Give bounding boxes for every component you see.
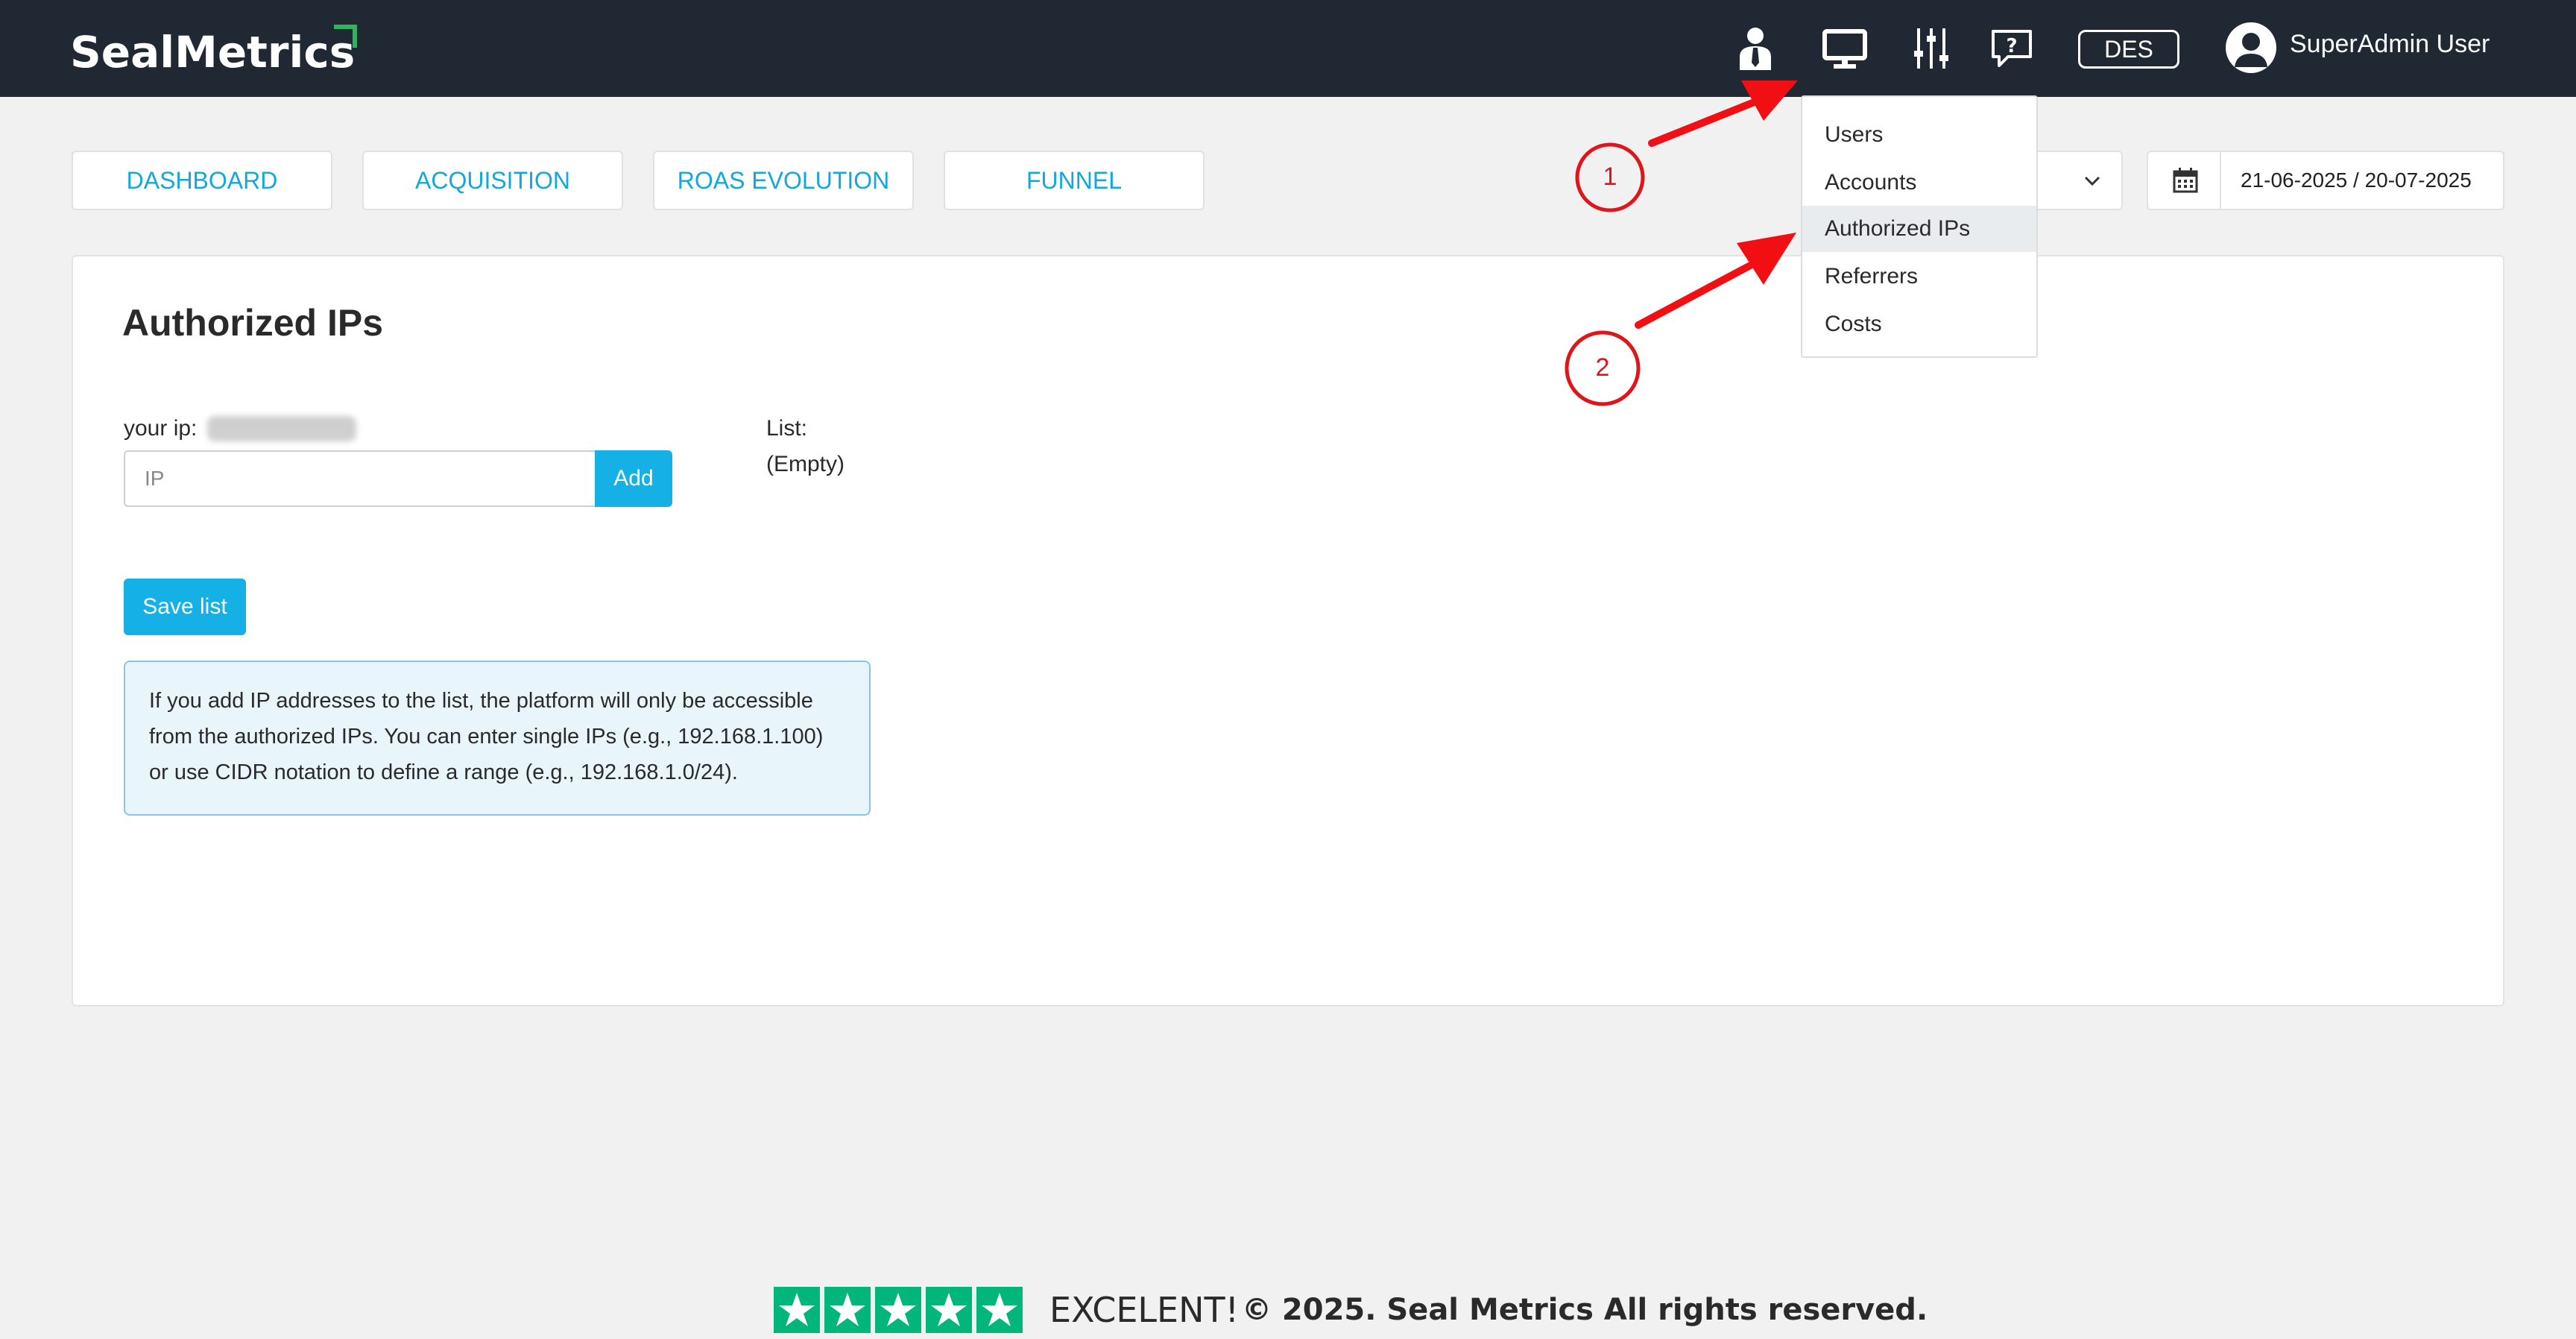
user-tie-icon[interactable] <box>1732 25 1778 72</box>
user-avatar-icon[interactable] <box>2226 22 2276 73</box>
authorized-ips-card <box>72 255 2504 1006</box>
info-line: or use CIDR notation to define a range (… <box>149 760 738 784</box>
logo-arrow-icon <box>334 25 357 48</box>
your-ip-value-redacted <box>207 416 356 441</box>
menu-item-accounts[interactable]: Accounts <box>1802 160 2036 206</box>
ip-input[interactable] <box>124 450 596 507</box>
save-list-button[interactable]: Save list <box>124 579 246 635</box>
info-line: If you add IP addresses to the list, the… <box>149 689 813 713</box>
menu-item-referrers[interactable]: Referrers <box>1802 253 2036 300</box>
tab-roas-evolution[interactable]: ROAS EVOLUTION <box>653 151 914 210</box>
help-chat-icon[interactable]: ? <box>1989 25 2035 72</box>
menu-item-costs[interactable]: Costs <box>1802 301 2036 347</box>
list-label: List: <box>766 416 808 441</box>
top-navbar: SealMetrics ? DES SuperAdmin User <box>0 0 2576 97</box>
rating-text: EXCELENT! <box>1049 1290 1240 1330</box>
trustpilot-stars-icon <box>774 1287 1023 1333</box>
tab-acquisition[interactable]: ACQUISITION <box>362 151 623 210</box>
chevron-down-icon <box>2084 176 2100 186</box>
page-title: Authorized IPs <box>122 302 384 344</box>
environment-badge[interactable]: DES <box>2078 30 2179 69</box>
tab-funnel[interactable]: FUNNEL <box>944 151 1205 210</box>
date-range-picker[interactable]: 21-06-2025 / 20-07-2025 <box>2147 151 2504 210</box>
info-line: from the authorized IPs. You can enter s… <box>149 725 824 749</box>
menu-item-users[interactable]: Users <box>1802 112 2036 158</box>
sliders-icon[interactable] <box>1908 25 1954 72</box>
step-1-number: 1 <box>1603 163 1617 191</box>
admin-dropdown-menu: Users Accounts Authorized IPs Referrers … <box>1801 95 2038 358</box>
menu-item-authorized-ips[interactable]: Authorized IPs <box>1802 206 2036 252</box>
add-ip-button[interactable]: Add <box>595 450 672 507</box>
date-icon-cell <box>2148 152 2221 209</box>
app-logo[interactable]: SealMetrics <box>70 27 355 78</box>
svg-text:?: ? <box>2006 35 2017 57</box>
date-range-value: 21-06-2025 / 20-07-2025 <box>2241 168 2472 192</box>
info-notice: If you add IP addresses to the list, the… <box>124 661 871 816</box>
step-2-number: 2 <box>1595 353 1610 382</box>
tab-dashboard[interactable]: DASHBOARD <box>72 151 332 210</box>
your-ip-label: your ip: <box>124 416 198 441</box>
list-empty-value: (Empty) <box>766 452 845 476</box>
user-name[interactable]: SuperAdmin User <box>2290 30 2490 59</box>
monitor-icon[interactable] <box>1822 25 1868 72</box>
copyright-text: © 2025. Seal Metrics All rights reserved… <box>1242 1293 1928 1327</box>
calendar-icon <box>2173 168 2198 193</box>
